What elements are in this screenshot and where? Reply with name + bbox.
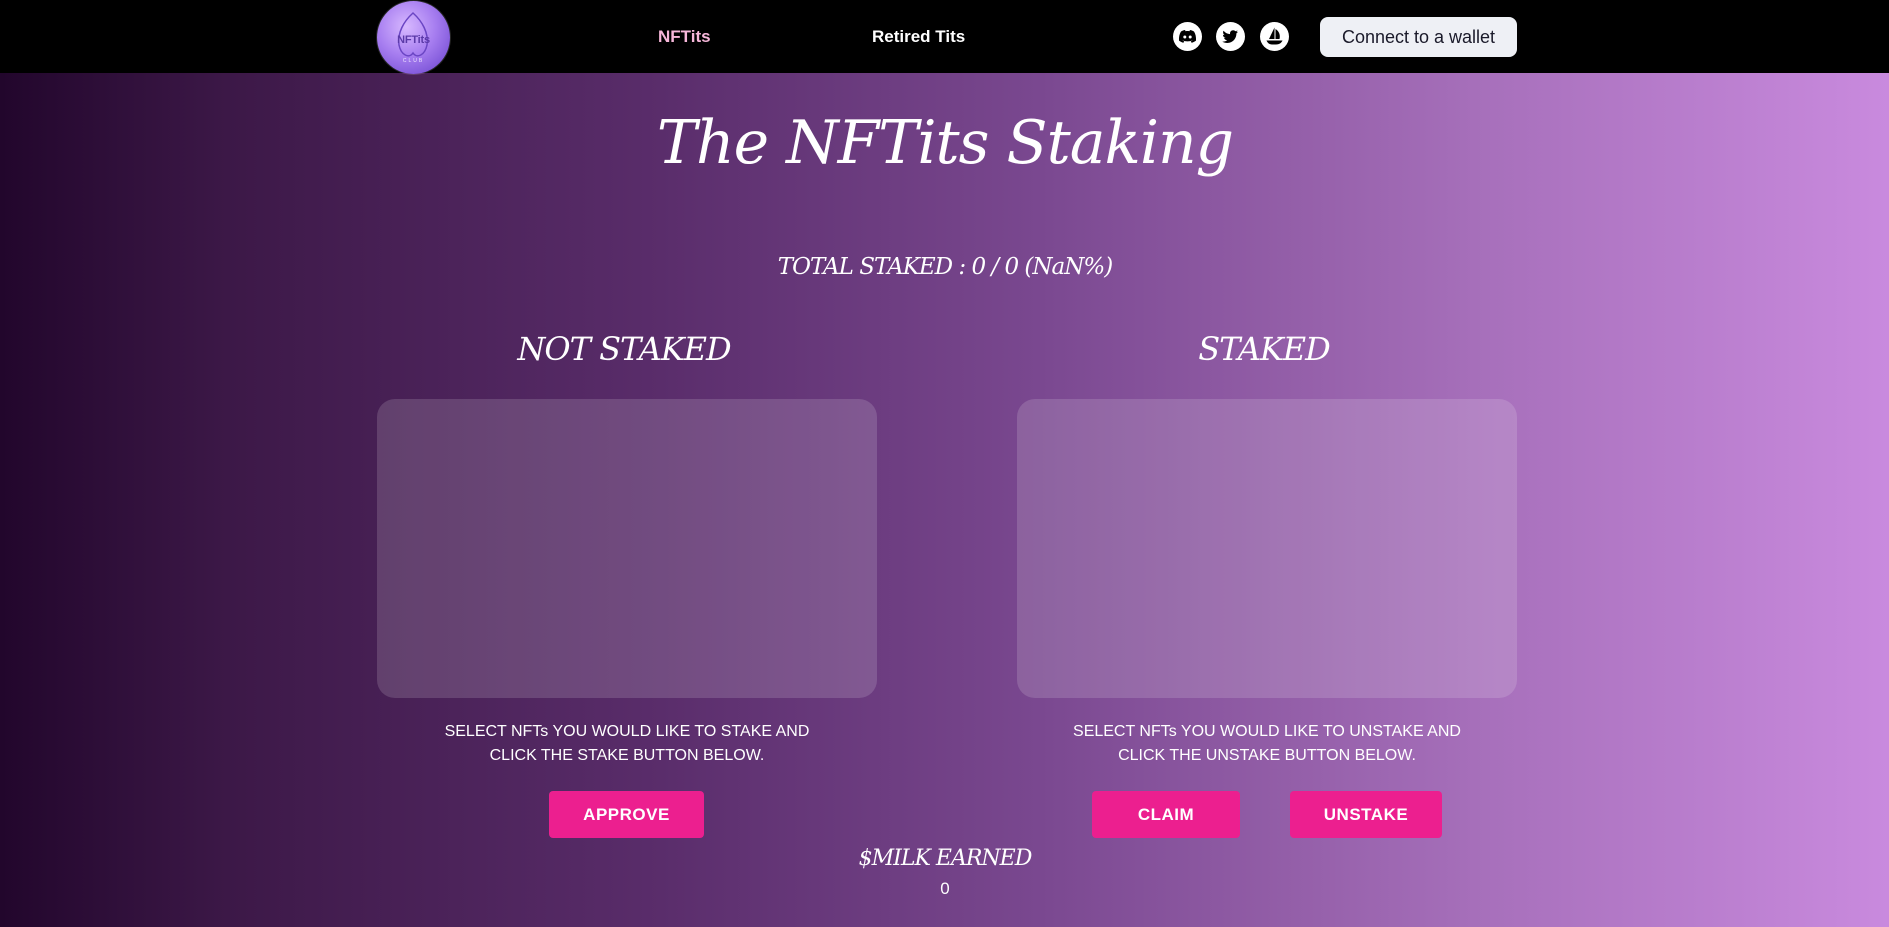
nav-link-retired-tits[interactable]: Retired Tits <box>872 27 965 47</box>
discord-icon[interactable] <box>1173 22 1202 51</box>
connect-wallet-button[interactable]: Connect to a wallet <box>1320 17 1517 57</box>
unstake-button[interactable]: UNSTAKE <box>1290 791 1442 838</box>
staked-instructions-line-1: SELECT NFTs YOU WOULD LIKE TO UNSTAKE AN… <box>1073 723 1461 740</box>
staked-instructions: SELECT NFTs YOU WOULD LIKE TO UNSTAKE AN… <box>1017 720 1517 768</box>
total-staked-text: TOTAL STAKED : 0 / 0 (NaN%) <box>777 254 1113 280</box>
navbar: NFTits CLUB NFTits Retired Tits Connect … <box>0 0 1889 74</box>
staked-instructions-line-2: CLICK THE UNSTAKE BUTTON BELOW. <box>1118 747 1416 764</box>
not-staked-instructions-line-1: SELECT NFTs YOU WOULD LIKE TO STAKE AND <box>444 723 810 740</box>
opensea-icon[interactable] <box>1260 22 1289 51</box>
not-staked-instructions: SELECT NFTs YOU WOULD LIKE TO STAKE AND … <box>377 720 877 768</box>
staked-nft-panel[interactable] <box>1017 399 1517 698</box>
milk-earned-value: 0 <box>940 879 950 898</box>
claim-button[interactable]: CLAIM <box>1092 791 1240 838</box>
twitter-icon[interactable] <box>1216 22 1245 51</box>
nftits-club-logo[interactable]: NFTits CLUB <box>377 1 450 74</box>
staked-title: STAKED <box>1198 330 1331 368</box>
milk-earned-label: $MILK EARNED <box>858 846 1033 871</box>
logo-text: NFTits <box>397 34 430 46</box>
not-staked-instructions-line-2: CLICK THE STAKE BUTTON BELOW. <box>489 747 765 764</box>
nav-link-nftits[interactable]: NFTits <box>658 27 711 47</box>
page-title: The NFTits Staking <box>656 108 1234 178</box>
not-staked-title: NOT STAKED <box>517 330 731 368</box>
logo-subtext: CLUB <box>402 58 425 64</box>
not-staked-nft-panel[interactable] <box>377 399 877 698</box>
approve-button[interactable]: APPROVE <box>549 791 704 838</box>
